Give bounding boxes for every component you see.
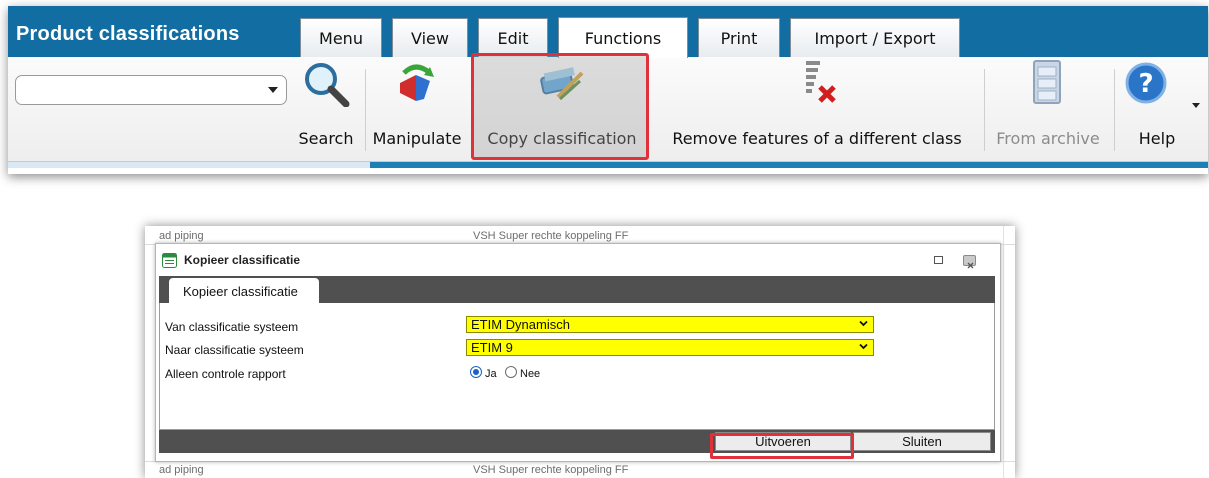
- tab-print[interactable]: Print: [698, 18, 780, 57]
- remove-features-button[interactable]: Remove features of a different class: [654, 57, 980, 162]
- archive-cabinet-icon: [1033, 60, 1061, 104]
- from-system-label: Van classificatie systeem: [165, 320, 299, 334]
- from-system-select[interactable]: ETIM Dynamisch: [466, 316, 874, 333]
- separator: [1114, 69, 1115, 151]
- tab-kopieer-classificatie[interactable]: Kopieer classificatie: [169, 278, 319, 304]
- dialog-tabbar: Kopieer classificatie: [159, 276, 995, 304]
- left-strip: [8, 162, 370, 168]
- list-cell: ad piping: [159, 464, 204, 476]
- dialog-footer: Uitvoeren Sluiten: [159, 430, 995, 453]
- close-icon[interactable]: [963, 255, 976, 269]
- dialog-form: Van classificatie systeem ETIM Dynamisch…: [159, 303, 995, 430]
- tab-menu[interactable]: Menu: [300, 18, 382, 57]
- report-only-label: Alleen controle rapport: [165, 367, 286, 381]
- to-system-label: Naar classificatie systeem: [165, 343, 304, 357]
- tab-edit[interactable]: Edit: [478, 18, 548, 57]
- radio-nee-label: Nee: [520, 368, 541, 380]
- content-strip: [370, 162, 1208, 168]
- remove-features-icon: [806, 61, 836, 103]
- help-icon: ?: [1125, 62, 1167, 104]
- maximize-icon[interactable]: [934, 256, 943, 264]
- dialog-titlebar: Kopieer classificatie: [156, 244, 1000, 276]
- help-button[interactable]: ? Help: [1118, 57, 1196, 162]
- radio-ja[interactable]: [470, 366, 482, 378]
- execute-highlight: [710, 433, 854, 459]
- to-system-select[interactable]: ETIM 9: [466, 339, 874, 356]
- help-dropdown-icon[interactable]: [1192, 103, 1200, 108]
- search-combo[interactable]: [15, 75, 287, 105]
- copy-classification-highlight: [471, 53, 649, 160]
- ribbon-panel: Product classifications Menu View Edit F…: [8, 6, 1208, 174]
- list-cell: ad piping: [159, 230, 204, 242]
- list-cell: VSH Super rechte koppeling FF: [473, 464, 629, 476]
- help-label: Help: [1138, 129, 1176, 148]
- chevron-down-icon: [859, 320, 868, 327]
- chevron-down-icon: [859, 343, 868, 350]
- tab-import-export[interactable]: Import / Export: [790, 18, 960, 57]
- manipulate-button[interactable]: Manipulate: [368, 57, 466, 162]
- to-system-value: ETIM 9: [471, 340, 513, 355]
- search-label: Search: [298, 129, 354, 148]
- from-archive-label: From archive: [996, 129, 1100, 148]
- radio-ja-label: Ja: [485, 368, 497, 380]
- divider: [1003, 226, 1004, 478]
- svg-text:?: ?: [1138, 69, 1153, 99]
- close-button[interactable]: Sluiten: [853, 432, 991, 451]
- from-system-value: ETIM Dynamisch: [471, 317, 570, 332]
- manipulate-icon: [400, 64, 434, 101]
- dropdown-arrow-icon: [268, 87, 278, 93]
- app-title: Product classifications: [16, 23, 240, 45]
- separator: [984, 69, 985, 151]
- dialog-title: Kopieer classificatie: [184, 253, 301, 267]
- tab-functions[interactable]: Functions: [558, 17, 688, 58]
- search-button[interactable]: Search: [288, 57, 364, 162]
- close-x-icon: [967, 262, 974, 269]
- remove-features-label: Remove features of a different class: [672, 129, 962, 148]
- manipulate-label: Manipulate: [372, 129, 462, 148]
- radio-nee[interactable]: [505, 366, 517, 378]
- tab-view[interactable]: View: [392, 18, 468, 57]
- separator: [365, 69, 366, 151]
- ribbon-header: Product classifications Menu View Edit F…: [8, 6, 1208, 58]
- list-cell: VSH Super rechte koppeling FF: [473, 230, 629, 242]
- from-archive-button[interactable]: From archive: [986, 57, 1110, 162]
- form-icon: [162, 253, 177, 268]
- copy-classification-dialog: Kopieer classificatie Kopieer classifica…: [155, 243, 1001, 462]
- magnifier-icon: [305, 63, 350, 107]
